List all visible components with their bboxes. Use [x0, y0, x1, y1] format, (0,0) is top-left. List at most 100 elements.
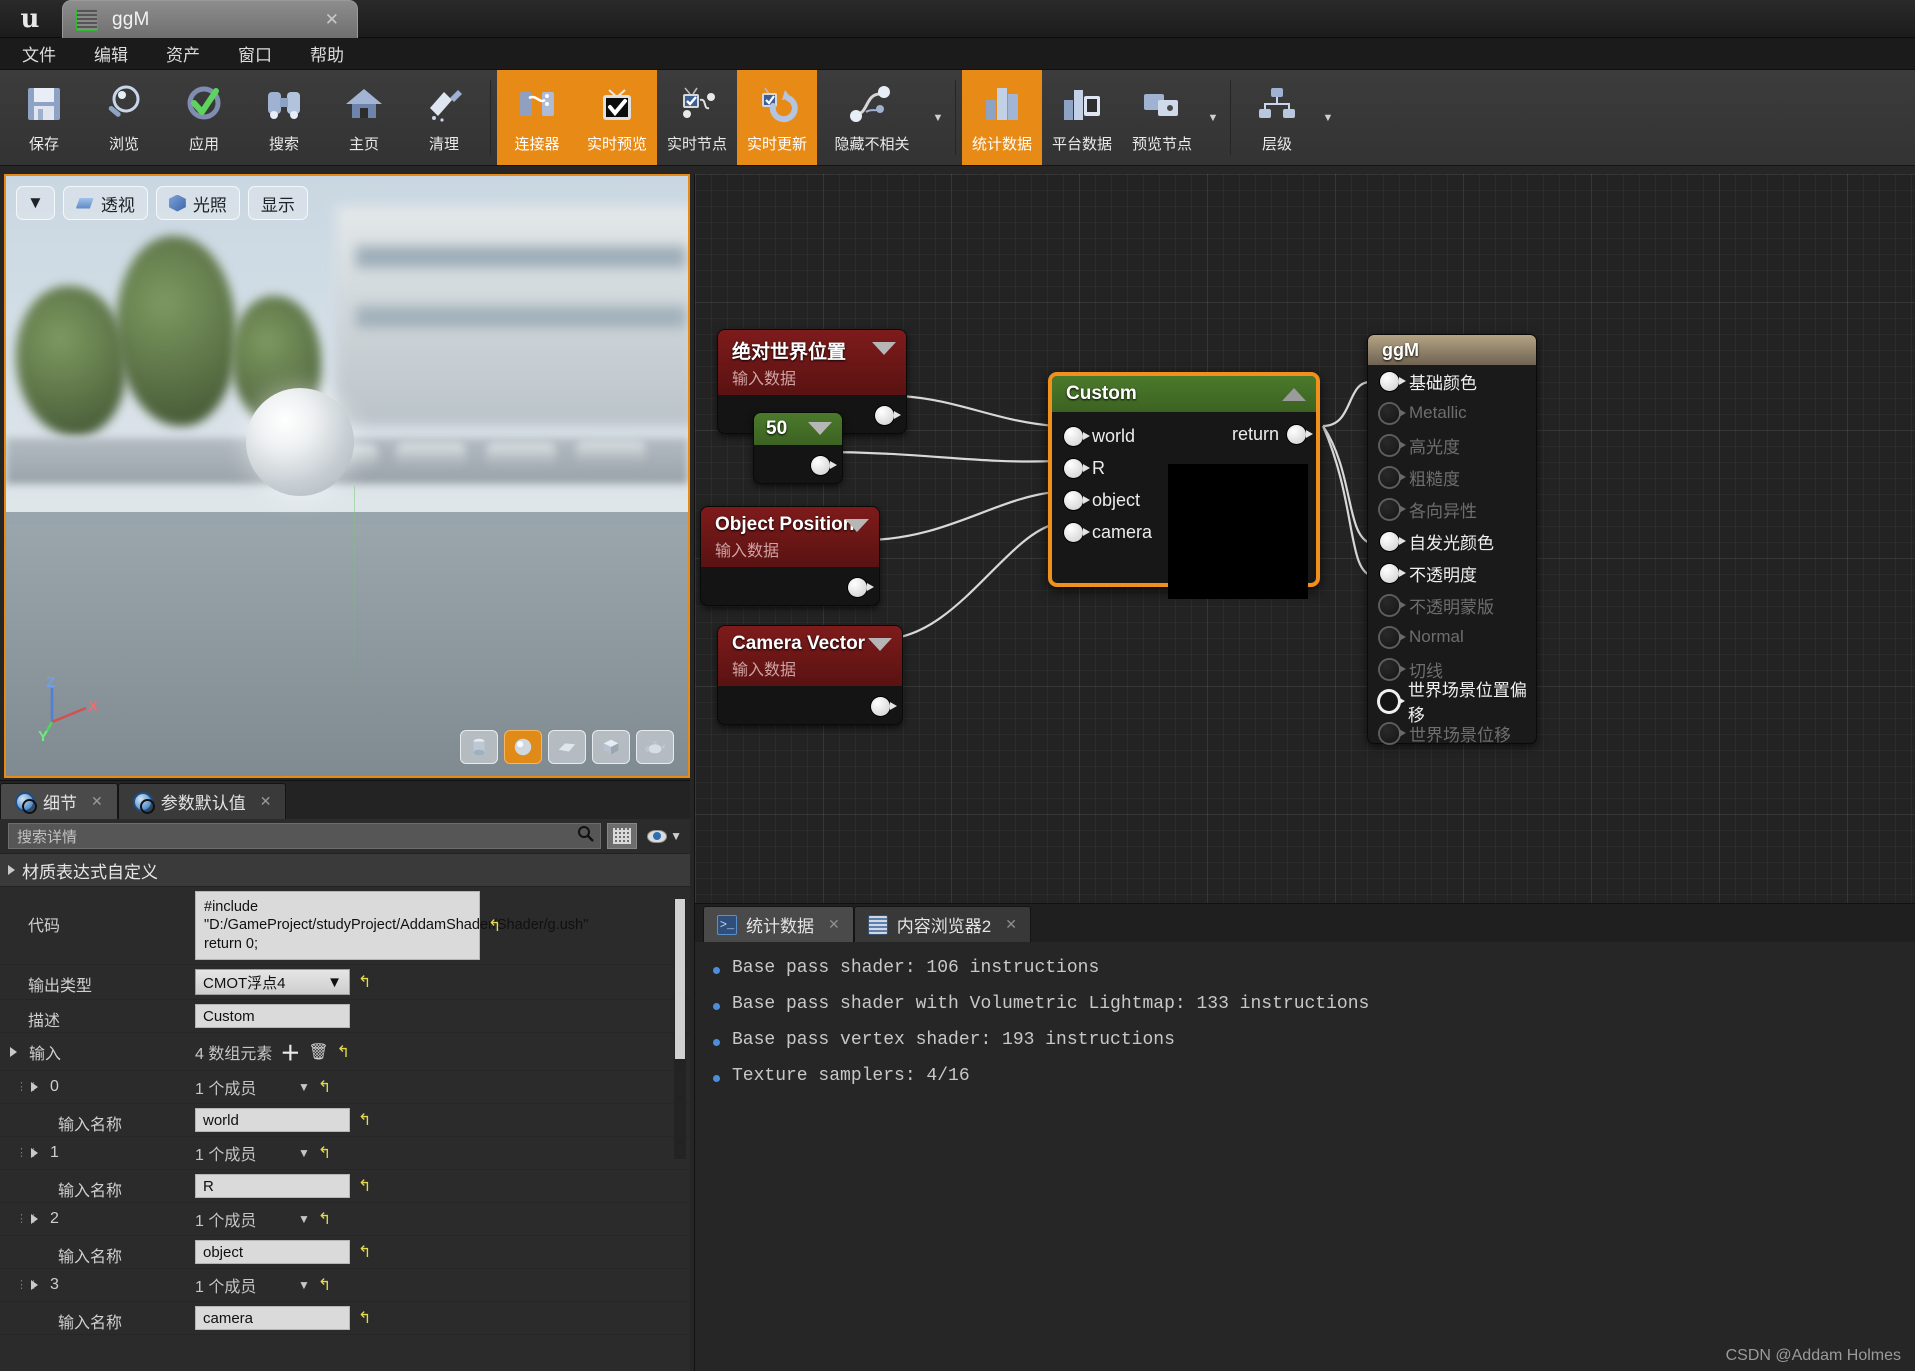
close-icon[interactable]: ✕ [325, 10, 339, 30]
input-pin[interactable] [1380, 659, 1406, 679]
output-pin[interactable] [875, 406, 901, 425]
input-pin[interactable] [1380, 531, 1406, 551]
menu-item-edit[interactable]: 编辑 [78, 41, 144, 66]
input-name-field-3[interactable]: camera [195, 1306, 350, 1331]
input-pin[interactable] [1380, 723, 1406, 743]
code-editor-field[interactable]: #include "D:/GameProject/studyProject/Ad… [195, 891, 588, 961]
menu-item-help[interactable]: 帮助 [294, 41, 360, 66]
reset-to-default-icon[interactable]: ↰ [318, 1209, 331, 1229]
preview-shape-plane[interactable] [548, 730, 586, 764]
toolbar-button-stats[interactable]: 统计数据 [962, 70, 1042, 165]
reset-to-default-icon[interactable]: ↰ [358, 1308, 371, 1328]
input-pin[interactable] [1064, 490, 1090, 510]
drag-handle-icon[interactable]: ⋮⋮ [16, 1081, 39, 1092]
preview-shape-cylinder[interactable] [460, 730, 498, 764]
chevron-down-icon[interactable] [872, 342, 896, 355]
input-pin[interactable] [1064, 458, 1090, 478]
drag-handle-icon[interactable]: ⋮⋮ [16, 1147, 39, 1158]
toolbar-button-browse[interactable]: 浏览 [84, 70, 164, 165]
search-input[interactable]: 搜索详情 [8, 823, 602, 849]
reset-to-default-icon[interactable]: ↰ [318, 1077, 331, 1097]
delete-icon[interactable]: 🗑 [308, 1042, 328, 1062]
output-pin-opacity[interactable]: 不透明度 [1368, 557, 1536, 589]
input-pin[interactable] [1380, 499, 1406, 519]
output-pin-row-return[interactable]: return [1232, 424, 1313, 445]
viewport-show-button[interactable]: 显示 [247, 186, 308, 220]
output-pin[interactable] [871, 697, 897, 716]
toolbar-button-live-nodes[interactable]: 实时节点 [657, 70, 737, 165]
input-name-field-2[interactable]: object [195, 1240, 350, 1265]
node-camera-vector[interactable]: Camera Vector 输入数据 [717, 625, 903, 725]
node-material-output-ggM[interactable]: ggM 基础颜色 Metallic 高光度 粗糙度 各向异性 自发光颜色 不透明… [1367, 334, 1537, 745]
reset-to-default-icon[interactable]: ↰ [337, 1042, 350, 1062]
toolbar-button-apply[interactable]: 应用 [164, 70, 244, 165]
drag-handle-icon[interactable]: ⋮⋮ [16, 1279, 39, 1290]
details-visibility-button[interactable]: ▼ [643, 829, 682, 843]
toolbar-button-connectors[interactable]: 连接器 [497, 70, 577, 165]
tab-stats[interactable]: >_ 统计数据 ✕ [703, 906, 854, 942]
input-pin[interactable] [1380, 403, 1406, 423]
toolbar-button-search[interactable]: 搜索 [244, 70, 324, 165]
preview-shape-sphere[interactable] [504, 730, 542, 764]
tab-content-browser-2[interactable]: 内容浏览器2 ✕ [853, 906, 1031, 942]
input-pin[interactable] [1380, 595, 1406, 615]
toolbar-button-save[interactable]: 保存 [4, 70, 84, 165]
node-constant-50[interactable]: 50 [753, 412, 843, 484]
description-input[interactable]: Custom [195, 1004, 350, 1029]
reset-to-default-icon[interactable]: ↰ [318, 1143, 331, 1163]
reset-to-default-icon[interactable]: ↰ [358, 1110, 371, 1130]
output-pin-normal[interactable]: Normal [1368, 621, 1536, 653]
toolbar-button-live-update[interactable]: 实时更新 [737, 70, 817, 165]
output-pin-specular[interactable]: 高光度 [1368, 429, 1536, 461]
node-object-position[interactable]: Object Position 输入数据 [700, 506, 880, 606]
chevron-down-icon[interactable] [845, 519, 869, 532]
viewport-options-button[interactable]: ▼ [16, 186, 55, 220]
input-name-field-0[interactable]: world [195, 1108, 350, 1133]
close-icon[interactable]: ✕ [260, 793, 272, 810]
close-icon[interactable]: ✕ [828, 916, 840, 933]
chevron-down-icon[interactable]: ▼ [298, 1146, 310, 1160]
output-pin-anisotropy[interactable]: 各向异性 [1368, 493, 1536, 525]
menu-item-window[interactable]: 窗口 [222, 41, 288, 66]
reset-to-default-icon[interactable]: ↰ [358, 1242, 371, 1262]
hierarchy-dropdown-arrow[interactable]: ▼ [1317, 70, 1339, 165]
output-type-select[interactable]: CMOT浮点4 ▼ [195, 969, 350, 996]
toolbar-button-hierarchy[interactable]: 层级 [1237, 70, 1317, 165]
material-preview-viewport[interactable]: ▼ 透视 光照 显示 Z X Y [4, 174, 690, 778]
input-pin[interactable] [1380, 467, 1406, 487]
drag-handle-icon[interactable]: ⋮⋮ [16, 1213, 39, 1224]
output-pin-world-position-offset[interactable]: 世界场景位置偏移 [1368, 681, 1536, 725]
close-icon[interactable]: ✕ [91, 793, 103, 810]
expand-triangle-icon[interactable] [31, 1280, 38, 1291]
tab-parameter-defaults[interactable]: 参数默认值 ✕ [117, 783, 287, 819]
chevron-down-icon[interactable]: ▼ [298, 1212, 310, 1226]
output-pin-base-color[interactable]: 基础颜色 [1368, 365, 1536, 397]
toolbar-button-live-preview[interactable]: 实时预览 [577, 70, 657, 165]
node-custom[interactable]: Custom world R object camera return [1048, 372, 1320, 599]
input-pin[interactable] [1064, 522, 1090, 542]
output-pin[interactable] [848, 578, 874, 597]
input-pin[interactable] [1380, 563, 1406, 583]
output-pin-world-displacement[interactable]: 世界场景位移 [1368, 717, 1536, 749]
output-pin-emissive-color[interactable]: 自发光颜色 [1368, 525, 1536, 557]
close-icon[interactable]: ✕ [1005, 916, 1017, 933]
expand-triangle-icon[interactable] [31, 1214, 38, 1225]
preview-shape-teapot[interactable] [636, 730, 674, 764]
add-element-icon[interactable]: ＋ [280, 1037, 300, 1066]
hide-unrelated-dropdown-arrow[interactable]: ▼ [927, 70, 949, 165]
expand-triangle-icon[interactable] [31, 1082, 38, 1093]
output-pin[interactable] [1287, 425, 1313, 444]
toolbar-button-home[interactable]: 主页 [324, 70, 404, 165]
chevron-down-icon[interactable] [808, 422, 832, 435]
preview-mesh-sphere[interactable] [246, 388, 354, 496]
viewport-perspective-button[interactable]: 透视 [62, 186, 148, 220]
output-pin-metallic[interactable]: Metallic [1368, 397, 1536, 429]
menu-item-assets[interactable]: 资产 [150, 41, 216, 66]
reset-to-default-icon[interactable]: ↰ [318, 1275, 331, 1295]
menu-item-file[interactable]: 文件 [6, 41, 72, 66]
toolbar-button-platform-stats[interactable]: 平台数据 [1042, 70, 1122, 165]
chevron-down-icon[interactable] [868, 638, 892, 651]
tab-details[interactable]: 细节 ✕ [0, 783, 118, 819]
input-name-field-1[interactable]: R [195, 1174, 350, 1199]
output-pin[interactable] [811, 456, 837, 475]
